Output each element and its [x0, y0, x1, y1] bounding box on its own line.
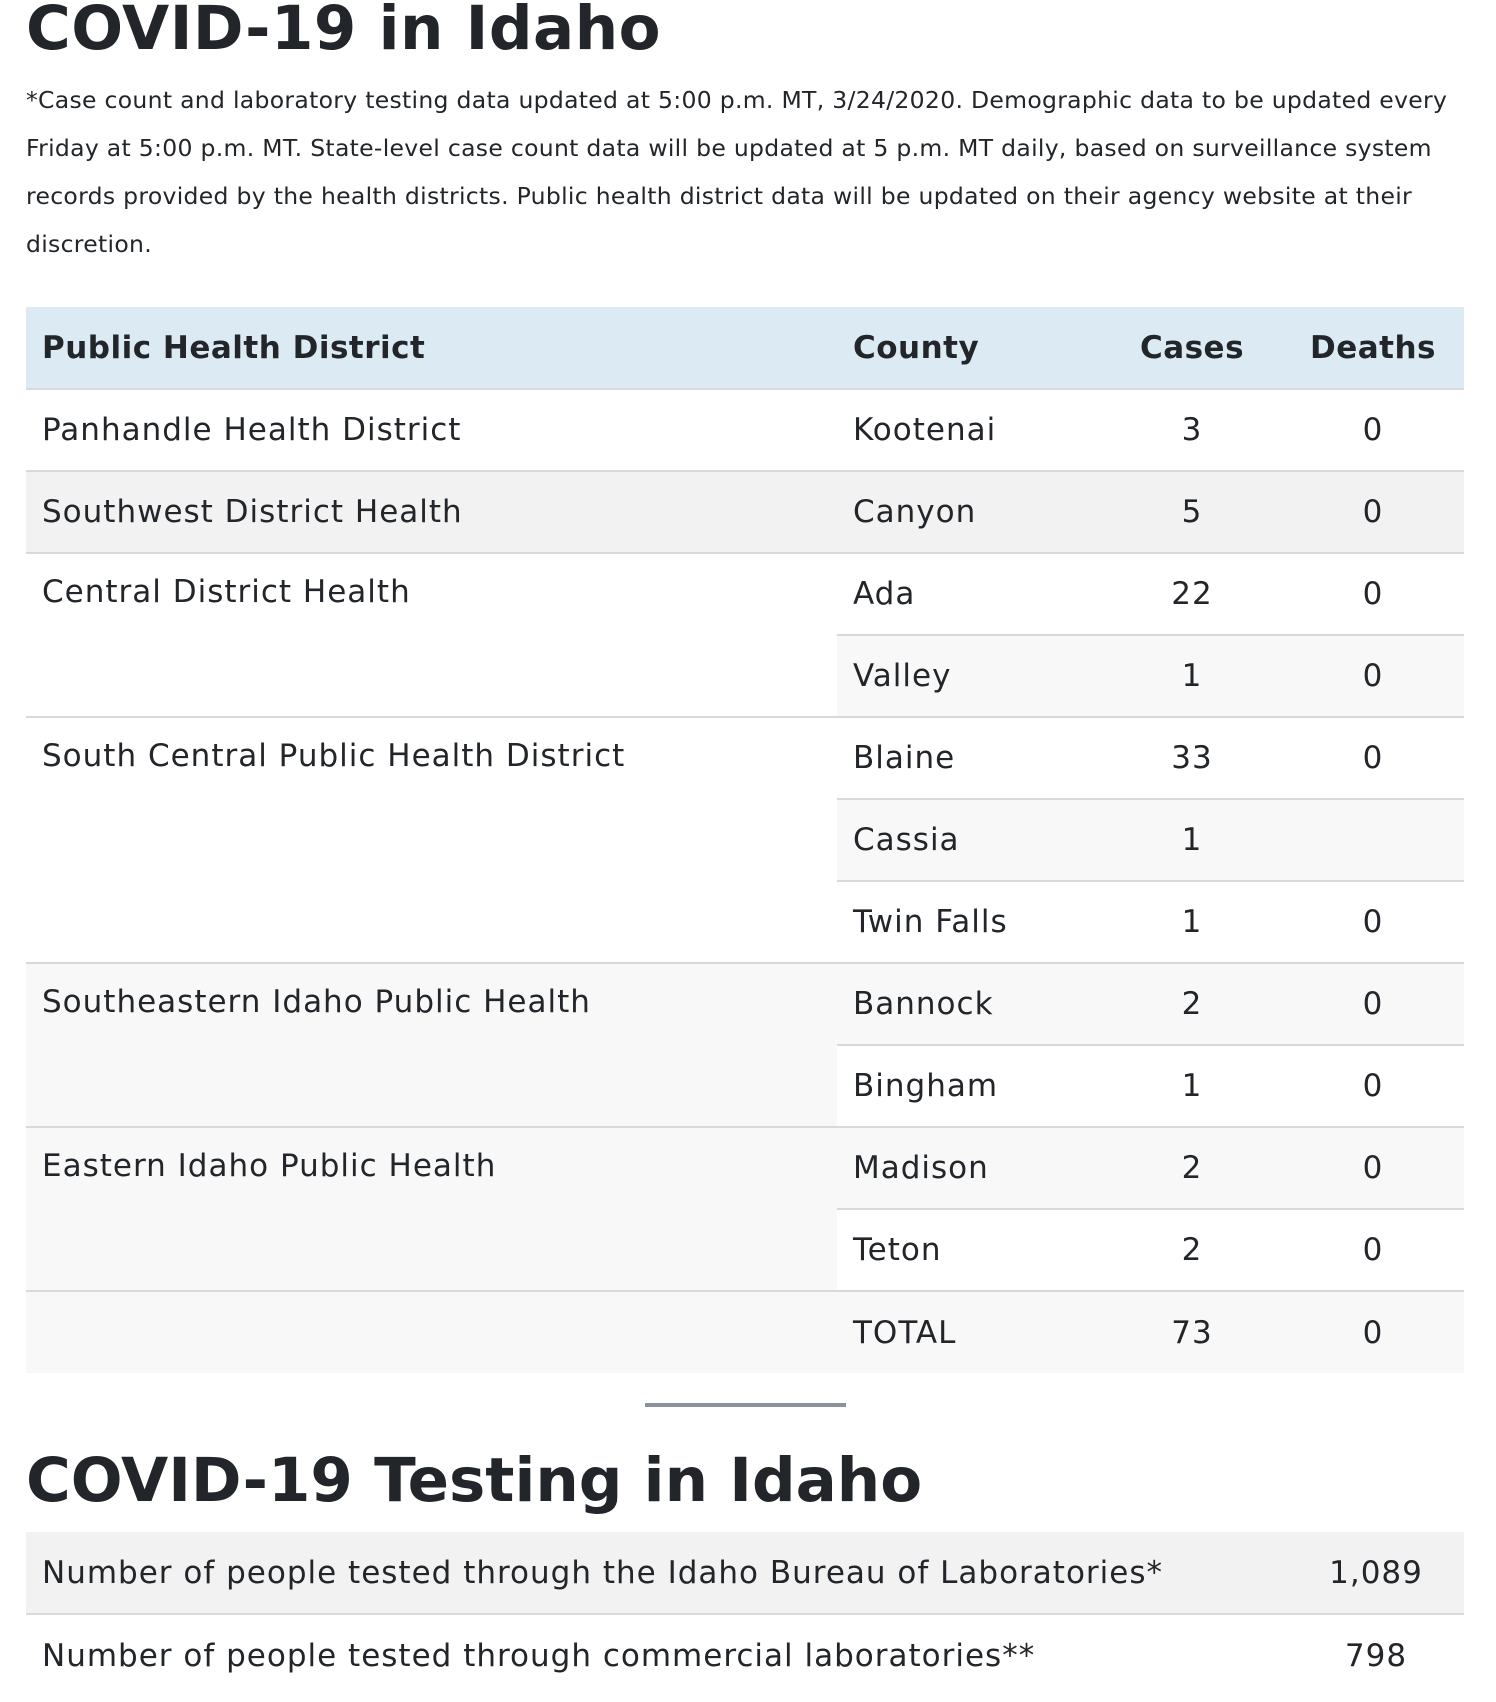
update-note: *Case count and laboratory testing data …: [26, 86, 1448, 258]
county-name: Canyon: [837, 470, 1102, 553]
testing-table: Number of people tested through the Idah…: [26, 1532, 1464, 1696]
testing-label: Number of people tested through the Idah…: [26, 1532, 1288, 1614]
deaths-value: 0: [1282, 552, 1464, 635]
testing-label: Number of people tested through commerci…: [26, 1613, 1288, 1696]
table-row: Southeastern Idaho Public Health Bannock…: [26, 962, 1464, 1127]
total-row: TOTAL 73 0: [26, 1290, 1464, 1373]
county-name: Kootenai: [837, 388, 1102, 471]
deaths-value: 0: [1282, 470, 1464, 553]
header-district: Public Health District: [26, 307, 837, 389]
cases-value: 2: [1102, 962, 1282, 1045]
county-name: Cassia: [837, 798, 1102, 881]
deaths-value: [1282, 798, 1464, 881]
testing-value: 798: [1288, 1613, 1464, 1696]
cases-value: 1: [1102, 880, 1282, 963]
county-name: Bingham: [837, 1044, 1102, 1127]
cases-value: 5: [1102, 470, 1282, 553]
county-name: Teton: [837, 1208, 1102, 1291]
county-name: Madison: [837, 1126, 1102, 1209]
deaths-value: 0: [1282, 962, 1464, 1045]
county-name: Blaine: [837, 716, 1102, 799]
cases-value: 2: [1102, 1208, 1282, 1291]
cases-value: 1: [1102, 634, 1282, 717]
total-deaths-value: 0: [1282, 1290, 1464, 1373]
cases-value: 22: [1102, 552, 1282, 635]
deaths-value: 0: [1282, 1044, 1464, 1127]
cases-value: 2: [1102, 1126, 1282, 1209]
page-content: COVID-19 in Idaho *Case count and labora…: [26, 0, 1464, 1696]
district-name: Southwest District Health: [26, 470, 837, 553]
cases-value: 1: [1102, 798, 1282, 881]
total-cases-value: 73: [1102, 1290, 1282, 1373]
total-label: TOTAL: [837, 1290, 1102, 1373]
table-row: Central District Health Ada 22 0: [26, 552, 1464, 717]
cases-value: 1: [1102, 1044, 1282, 1127]
cases-value: 33: [1102, 716, 1282, 799]
section-divider: [645, 1403, 846, 1407]
county-name: Ada: [837, 552, 1102, 635]
county-name: Bannock: [837, 962, 1102, 1045]
district-name: Southeastern Idaho Public Health: [26, 962, 837, 1127]
district-name: Eastern Idaho Public Health: [26, 1126, 837, 1291]
cases-value: 3: [1102, 388, 1282, 471]
testing-value: 1,089: [1288, 1532, 1464, 1614]
table-row: South Central Public Health District Bla…: [26, 716, 1464, 963]
table-row: Eastern Idaho Public Health Madison 2 0: [26, 1126, 1464, 1291]
deaths-value: 0: [1282, 880, 1464, 963]
district-name: South Central Public Health District: [26, 716, 837, 963]
table-row: Number of people tested through commerci…: [26, 1613, 1464, 1696]
page-title: COVID-19 in Idaho: [26, 0, 662, 64]
header-county: County: [837, 307, 1102, 389]
cases-table-header-row: Public Health District County Cases Deat…: [26, 307, 1464, 389]
deaths-value: 0: [1282, 1126, 1464, 1209]
district-name: Central District Health: [26, 552, 837, 717]
table-row: Panhandle Health District Kootenai 3 0: [26, 388, 1464, 471]
header-cases: Cases: [1102, 307, 1282, 389]
deaths-value: 0: [1282, 1208, 1464, 1291]
table-row: Number of people tested through the Idah…: [26, 1532, 1464, 1614]
cases-table: Public Health District County Cases Deat…: [26, 307, 1464, 1373]
deaths-value: 0: [1282, 634, 1464, 717]
header-deaths: Deaths: [1282, 307, 1464, 389]
testing-title: COVID-19 Testing in Idaho: [26, 1445, 923, 1516]
deaths-value: 0: [1282, 716, 1464, 799]
district-name: Panhandle Health District: [26, 388, 837, 471]
deaths-value: 0: [1282, 388, 1464, 471]
total-empty-cell: [26, 1290, 837, 1373]
county-name: Twin Falls: [837, 880, 1102, 963]
county-name: Valley: [837, 634, 1102, 717]
table-row: Southwest District Health Canyon 5 0: [26, 470, 1464, 553]
